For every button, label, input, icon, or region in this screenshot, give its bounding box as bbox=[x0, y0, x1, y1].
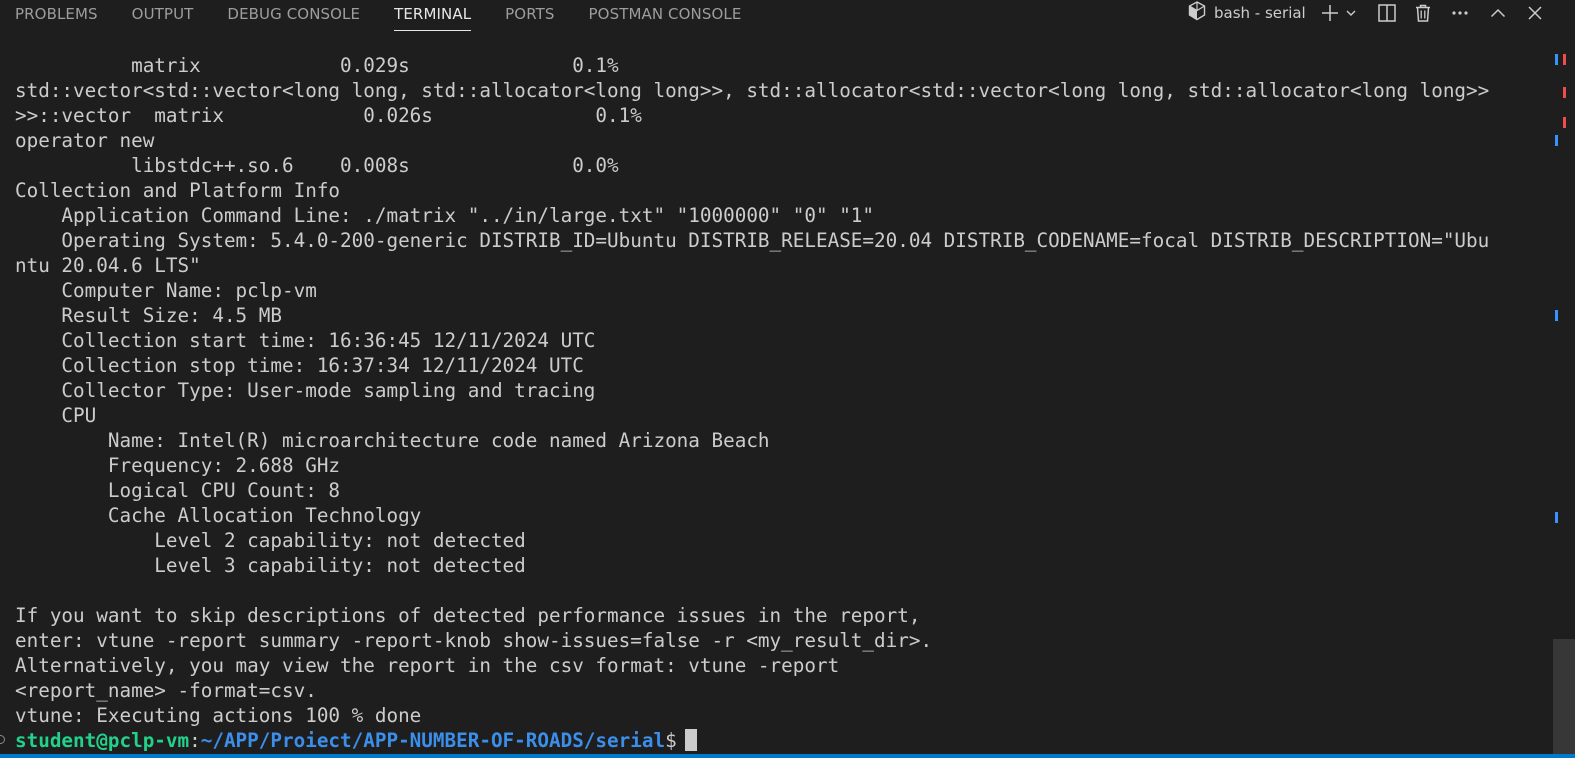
terminal-line: operator new bbox=[15, 129, 155, 152]
panel-header: PROBLEMS OUTPUT DEBUG CONSOLE TERMINAL P… bbox=[0, 0, 1575, 34]
terminal-scrollbar[interactable] bbox=[1553, 34, 1575, 758]
terminal-line: Logical CPU Count: 8 bbox=[15, 479, 341, 502]
terminal-line: Result Size: 4.5 MB bbox=[15, 304, 282, 327]
terminal-cursor[interactable] bbox=[684, 729, 697, 751]
terminal-line: Alternatively, you may view the report i… bbox=[15, 654, 840, 677]
overview-mark bbox=[1563, 117, 1566, 128]
terminal-line: Collector Type: User-mode sampling and t… bbox=[15, 379, 596, 402]
terminal-line: If you want to skip descriptions of dete… bbox=[15, 604, 921, 627]
terminal-line: Cache Allocation Technology bbox=[15, 504, 422, 527]
plus-icon[interactable] bbox=[1318, 1, 1342, 25]
overview-mark bbox=[1555, 54, 1558, 65]
tab-ports[interactable]: PORTS bbox=[505, 0, 554, 34]
prompt-user-host: student@pclp-vm bbox=[15, 729, 190, 752]
terminal-line: >>::vector matrix 0.026s 0.1% bbox=[15, 104, 642, 127]
overview-mark bbox=[1555, 135, 1558, 146]
terminal-line: std::vector<std::vector<long long, std::… bbox=[15, 79, 1490, 102]
prompt-dollar: $ bbox=[665, 729, 677, 752]
terminal-line: Level 2 capability: not detected bbox=[15, 529, 526, 552]
terminal-line: Level 3 capability: not detected bbox=[15, 554, 526, 577]
prompt-path: ~/APP/Proiect/APP-NUMBER-OF-ROADS/serial bbox=[200, 729, 666, 752]
overview-mark bbox=[1555, 512, 1558, 523]
scrollbar-thumb[interactable] bbox=[1553, 639, 1575, 758]
overview-mark bbox=[1563, 54, 1566, 65]
terminal-line: <report_name> -format=csv. bbox=[15, 679, 317, 702]
terminal-instance-selector[interactable]: bash - serial bbox=[1188, 1, 1306, 25]
terminal-icon bbox=[1188, 1, 1206, 25]
terminal-line: CPU bbox=[15, 404, 97, 427]
overview-mark bbox=[1563, 87, 1566, 98]
trash-icon[interactable] bbox=[1411, 1, 1435, 25]
terminal-output[interactable]: matrix 0.029s 0.1% std::vector<std::vect… bbox=[0, 53, 1548, 753]
terminal-line: Frequency: 2.688 GHz bbox=[15, 454, 341, 477]
terminal-line: vtune: Executing actions 100 % done bbox=[15, 704, 422, 727]
panel-tabs: PROBLEMS OUTPUT DEBUG CONSOLE TERMINAL P… bbox=[0, 0, 741, 34]
tab-terminal[interactable]: TERMINAL bbox=[394, 0, 472, 34]
prompt-colon: : bbox=[189, 729, 201, 752]
terminal-prompt-line[interactable]: student@pclp-vm:~/APP/Proiect/APP-NUMBER… bbox=[0, 728, 1548, 753]
chevron-down-icon[interactable] bbox=[1342, 1, 1360, 25]
terminal-line: Name: Intel(R) microarchitecture code na… bbox=[15, 429, 770, 452]
terminal-instance-label: bash - serial bbox=[1214, 4, 1306, 22]
overview-mark bbox=[1555, 310, 1558, 321]
terminal-line: enter: vtune -report summary -report-kno… bbox=[15, 629, 933, 652]
chevron-up-icon[interactable] bbox=[1486, 1, 1510, 25]
terminal-line: Operating System: 5.4.0-200-generic DIST… bbox=[15, 229, 1490, 252]
tab-postman-console[interactable]: POSTMAN CONSOLE bbox=[589, 0, 742, 34]
terminal-line: matrix 0.029s 0.1% bbox=[15, 54, 619, 77]
split-terminal-icon[interactable] bbox=[1375, 1, 1399, 25]
tab-problems[interactable]: PROBLEMS bbox=[15, 0, 98, 34]
tab-debug-console[interactable]: DEBUG CONSOLE bbox=[227, 0, 360, 34]
more-actions-icon[interactable] bbox=[1448, 1, 1472, 25]
terminal-line: Collection stop time: 16:37:34 12/11/202… bbox=[15, 354, 584, 377]
terminal-line: ntu 20.04.6 LTS" bbox=[15, 254, 201, 277]
terminal-line: Collection start time: 16:36:45 12/11/20… bbox=[15, 329, 596, 352]
panel-bottom-border bbox=[0, 754, 1575, 758]
close-icon[interactable] bbox=[1523, 1, 1547, 25]
terminal-line: libstdc++.so.6 0.008s 0.0% bbox=[15, 154, 619, 177]
terminal-line: Application Command Line: ./matrix "../i… bbox=[15, 204, 875, 227]
tab-output[interactable]: OUTPUT bbox=[132, 0, 194, 34]
terminal-line: Collection and Platform Info bbox=[15, 179, 341, 202]
terminal-line: Computer Name: pclp-vm bbox=[15, 279, 317, 302]
